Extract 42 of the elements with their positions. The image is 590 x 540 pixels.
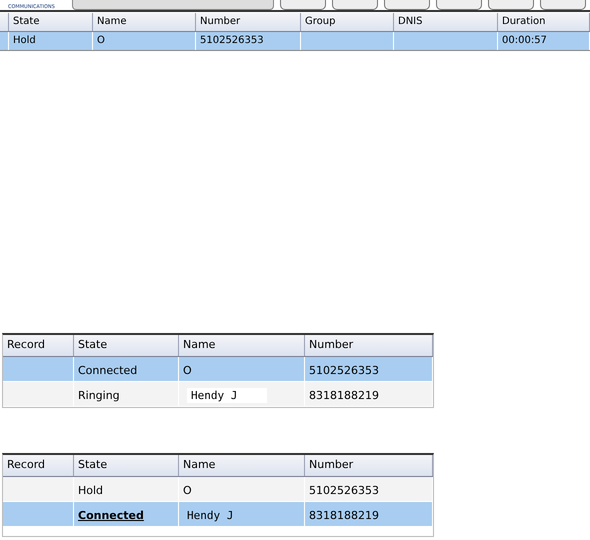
column-header[interactable]: Duration (498, 13, 590, 31)
address-field[interactable] (72, 0, 274, 10)
column-header[interactable]: Number (305, 335, 433, 356)
table-cell: 8318188219 (309, 389, 379, 402)
column-header[interactable]: State (9, 13, 93, 31)
table-cell: O (183, 364, 192, 377)
call-row[interactable]: Ringing Hendy J 8318188219 (3, 382, 433, 407)
column-header[interactable]: DNIS (394, 13, 498, 31)
column-header[interactable]: Name (179, 455, 305, 476)
table-cell: Ringing (78, 389, 120, 402)
table-cell: 00:00:57 (502, 35, 547, 46)
toolbar-button[interactable] (384, 0, 430, 10)
column-header[interactable]: State (74, 455, 179, 476)
table-cell: Hold (78, 484, 104, 497)
column-header[interactable]: Number (305, 455, 433, 476)
toolbar-button[interactable] (488, 0, 534, 10)
table-cell: 5102526353 (309, 364, 379, 377)
call-row[interactable]: Hold O 5102526353 (3, 477, 433, 502)
column-header[interactable]: Name (179, 335, 305, 356)
state-link[interactable]: Connected (78, 509, 144, 522)
table-cell: Hendy J (187, 509, 234, 522)
call-row[interactable]: Connected O 5102526353 (3, 357, 433, 382)
toolbar-button[interactable] (436, 0, 482, 10)
toolbar-button[interactable] (540, 0, 586, 10)
toolbar-button[interactable] (280, 0, 326, 10)
column-header[interactable]: Name (93, 13, 196, 31)
call-row[interactable]: Connected Hendy J 8318188219 (3, 502, 433, 527)
table-cell: 8318188219 (309, 509, 379, 522)
table-cell: Hold (13, 35, 36, 46)
column-header[interactable]: Record (3, 335, 74, 356)
column-header[interactable]: Record (3, 455, 74, 476)
column-header[interactable]: State (74, 335, 179, 356)
toolbar-button[interactable] (332, 0, 378, 10)
table-cell: 5102526353 (200, 35, 264, 46)
table-cell: Hendy J (187, 388, 268, 403)
column-header[interactable]: Group (301, 13, 394, 31)
table-cell: 5102526353 (309, 484, 379, 497)
table-cell: O (97, 35, 105, 46)
table-cell: Connected (78, 364, 138, 377)
column-header[interactable]: Number (196, 13, 301, 31)
table-cell: O (183, 484, 192, 497)
call-row[interactable]: Hold O 5102526353 00:00:57 (0, 32, 590, 51)
